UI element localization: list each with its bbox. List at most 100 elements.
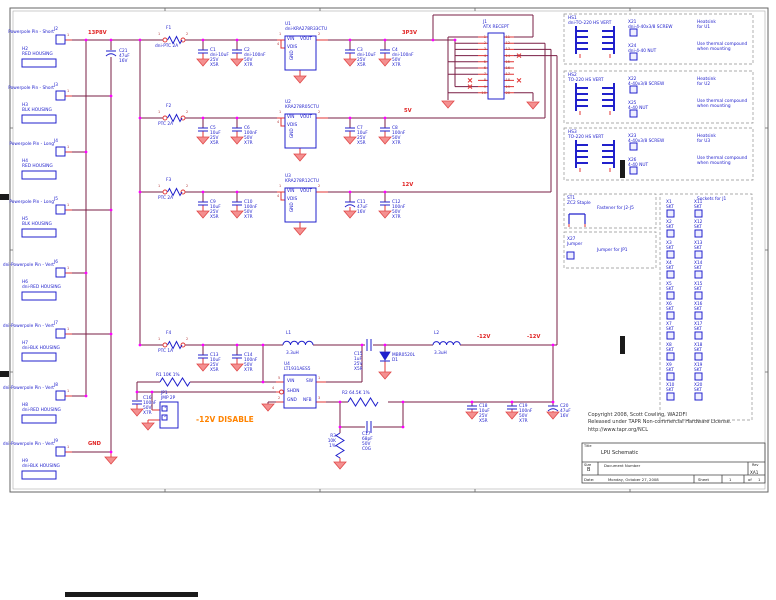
tb-date-label: Date: <box>584 477 594 482</box>
u2-pin-vin: VIN <box>287 115 294 120</box>
f4-pin2: 2 <box>186 337 188 341</box>
u4-pin3-num: 3 <box>318 396 320 400</box>
j6-ref: J6 <box>54 260 58 265</box>
u3-pin-vout: VOUT <box>300 189 312 194</box>
l2-value: 3.3uH <box>434 351 447 356</box>
u3-pin-gnd: GND <box>290 202 295 212</box>
u1-pin-gnd: GND <box>290 50 295 60</box>
socket-x14: X14 SKT <box>694 261 702 271</box>
h6-housing: H6 dni-RED HOUSING <box>22 280 61 290</box>
h2-housing: H2 RED HOUSING <box>22 47 53 57</box>
f4-pin1: 1 <box>158 337 160 341</box>
tb-rev: XA1 <box>750 470 758 475</box>
socket-x9: X9 SKT <box>666 363 674 373</box>
socket-x12: X12 SKT <box>694 220 702 230</box>
net-label-n12v: -12V <box>477 334 490 340</box>
x24-nut: X24 dni-4-40 NUT <box>628 44 656 54</box>
hs3-note1: Heatsink for U3 <box>697 134 716 144</box>
u3-header: U3 KRA278R12CTU <box>285 174 319 184</box>
j4-ref: J4 <box>54 139 58 144</box>
f3-pin2: 2 <box>186 184 188 188</box>
u4-pin-gnd: GND <box>287 398 297 403</box>
f2-pin2: 2 <box>186 110 188 114</box>
c18-label: C18 10uF 25V X5R <box>479 404 490 425</box>
socket-x17: X17 SKT <box>694 322 702 332</box>
u4-header: U4 LT1931AES5 <box>284 362 310 372</box>
c4-label: C4 dni-100nF 50V X7R <box>392 48 414 69</box>
u3-pin4-num: 4 <box>277 194 279 198</box>
c21-label: C21 47uF 16V <box>119 49 130 64</box>
j3-label: Powerpole Pin - Short <box>8 86 54 91</box>
j8-label: dni-Powerpole Pin - Vert <box>3 386 54 391</box>
socket-x13: X13 SKT <box>694 241 702 251</box>
socket-x8: X8 SKT <box>666 343 674 353</box>
l1-ref: L1 <box>286 331 291 336</box>
socket-x7: X7 SKT <box>666 322 674 332</box>
hs3-ref: HS3 TO-220 HS VERT <box>568 130 604 140</box>
hs3-note2: Use thermal compound when mounting <box>697 156 747 166</box>
u2-header: U2 KRA278R05CTU <box>285 100 319 110</box>
j8-pin1: 1 <box>67 389 69 393</box>
r3-label: R3 10K 1% <box>328 434 336 449</box>
f1-value: dni-PTC 2A <box>155 44 178 49</box>
x25-nut: X25 4-40 NUT <box>628 101 648 111</box>
st1-note: Fastener for J2-J5 <box>597 206 634 211</box>
j7-pin1: 1 <box>67 327 69 331</box>
d1-label: MBR0520L D1 <box>392 353 415 363</box>
h7-housing: H7 dni-BLK HOUSING <box>22 341 60 351</box>
c6-label: C6 100nF 50V X7R <box>244 126 257 147</box>
socket-x6: X6 SKT <box>666 302 674 312</box>
socket-x5: X5 SKT <box>666 282 674 292</box>
socket-x15: X15 SKT <box>694 282 702 292</box>
x27-ref: X27 Jumper <box>567 237 582 247</box>
j1-pins-left: 1 2 3 4 5 6 7 8 9 10 <box>478 34 486 96</box>
c1-label: C1 dni-10uF 25V X5R <box>210 48 229 69</box>
j2-pin1: 1 <box>67 33 69 37</box>
net-label-3p3v: 3P3V <box>402 30 417 36</box>
socket-x18: X18 SKT <box>694 343 702 353</box>
f3-ref: F3 <box>166 178 171 183</box>
j8-ref: J8 <box>54 383 58 388</box>
socket-x2: X2 SKT <box>666 220 674 230</box>
u1-pin-vout: VOUT <box>300 37 312 42</box>
h5-housing: H5 BLK HOUSING <box>22 217 52 227</box>
c12-label: C12 100nF 50V X7R <box>392 200 405 221</box>
u4-pin-shdn: SHDN <box>287 389 299 394</box>
u2-pin1-num: 1 <box>279 110 281 114</box>
j4-label: Powerpole Pin - Long <box>9 142 54 147</box>
net-label-13p8v: 13P8V <box>88 30 107 36</box>
diode-symbol <box>380 352 390 361</box>
c15-label: C15 1uF 25V X5R <box>354 352 363 373</box>
net-label-gnd: GND <box>88 441 101 447</box>
tb-of-label: of <box>748 477 752 482</box>
jp1-jumper <box>160 402 178 428</box>
x23-screw: X23 4-40x3/8 SCREW <box>628 134 664 144</box>
c8-label: C8 100nF 50V X7R <box>392 126 405 147</box>
f1-pin1: 1 <box>158 32 160 36</box>
u1-pin1-num: 1 <box>279 32 281 36</box>
c17-label: C17 68pF 50V C0G <box>362 432 373 453</box>
u4-pin5-num: 5 <box>278 376 280 380</box>
f2-value: PTC 2A <box>158 122 173 127</box>
x21-screw: X21 dni-4-40x3/8 SCREW <box>628 20 672 30</box>
j2-ref: J2 <box>54 27 58 32</box>
j7-label: dni-Powerpole Pin - Vert <box>3 324 54 329</box>
c14-label: C14 100nF 50V X7R <box>244 353 257 374</box>
j6-pin1: 1 <box>67 266 69 270</box>
f4-ref: F4 <box>166 331 171 336</box>
f3-pin1: 1 <box>158 184 160 188</box>
c2-label: C2 dni-100nF 50V X7R <box>244 48 266 69</box>
hs2-ref: HS2 TO-220 HS VERT <box>568 73 604 83</box>
disable-note: -12V DISABLE <box>196 415 254 424</box>
u1-pin-vin: VIN <box>287 37 294 42</box>
u2-pin4-num: 4 <box>277 120 279 124</box>
socket-x11: X11 SKT <box>694 200 702 210</box>
tb-title-label: Title <box>584 444 592 448</box>
tb-title: LPU Schematic <box>601 450 638 456</box>
jp1-header: JP1 JMP 2P <box>161 391 175 401</box>
resistor-symbols <box>160 378 378 458</box>
c16-label: C16 100nF 50V X7R <box>143 396 156 417</box>
socket-x16: X16 SKT <box>694 302 702 312</box>
r2-label: R2 64.5K 1% <box>342 391 370 396</box>
u4-pin-vin: VIN <box>287 379 294 384</box>
